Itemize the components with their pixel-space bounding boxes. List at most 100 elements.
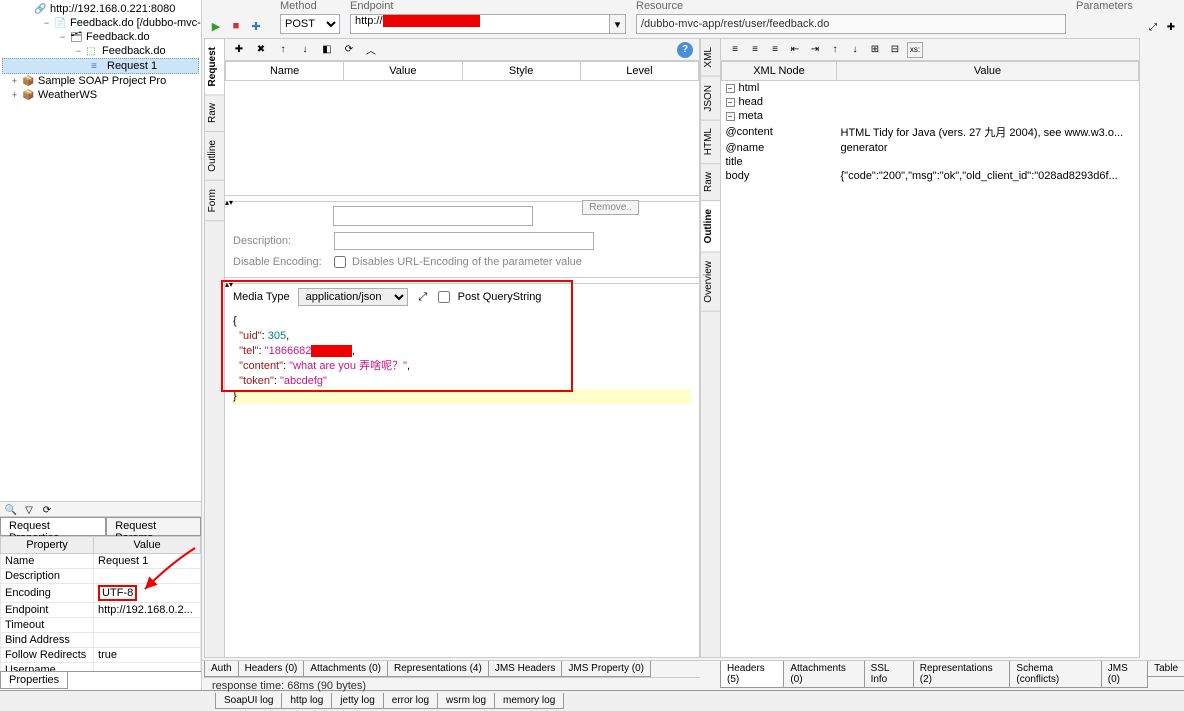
disable-encoding-checkbox[interactable] bbox=[334, 256, 346, 268]
ftab-resp-attach[interactable]: Attachments (0) bbox=[783, 661, 864, 688]
vtab-json[interactable]: JSON bbox=[701, 77, 720, 121]
vtab-outline[interactable]: Outline bbox=[205, 132, 224, 181]
ftab-jmsh[interactable]: JMS Headers bbox=[488, 661, 563, 677]
prop-endpoint-val[interactable]: http://192.168.0.2... bbox=[94, 603, 201, 618]
tab-request-params[interactable]: Request Params bbox=[106, 517, 201, 535]
expand-icon[interactable]: ⤢ bbox=[416, 290, 430, 304]
endpoint-input[interactable]: http://192.168.0.221:8080 bbox=[350, 14, 610, 34]
help-icon[interactable]: ? bbox=[677, 42, 693, 58]
tab-properties[interactable]: Properties bbox=[0, 672, 68, 689]
prop-follow-val[interactable]: true bbox=[94, 648, 201, 663]
filter-icon[interactable]: ▽ bbox=[22, 503, 36, 517]
ftab-auth[interactable]: Auth bbox=[204, 661, 239, 677]
search-icon[interactable]: 🔍 bbox=[4, 503, 18, 517]
sync-icon[interactable]: ⟳ bbox=[40, 503, 54, 517]
prop-name-val[interactable]: Request 1 bbox=[94, 554, 201, 569]
ftab-repr[interactable]: Representations (4) bbox=[387, 661, 489, 677]
properties-table[interactable]: PropertyValue NameRequest 1 Description … bbox=[0, 536, 201, 671]
ftab-resp-repr[interactable]: Representations (2) bbox=[913, 661, 1011, 688]
col-style[interactable]: Style bbox=[462, 62, 580, 81]
add-assertion-button[interactable]: ✚ bbox=[248, 18, 264, 34]
outdent-icon[interactable]: ⇤ bbox=[787, 42, 803, 58]
media-type-select[interactable]: application/json bbox=[298, 288, 408, 306]
param-toggle-icon[interactable]: ⤢ bbox=[1146, 20, 1160, 34]
chevron-up-icon[interactable]: ︿ bbox=[363, 42, 379, 58]
response-toolbar: ≡ ≡ ≡ ⇤ ⇥ ↑ ↓ ⊞ ⊟ xs: bbox=[721, 39, 1139, 61]
indent-icon[interactable]: ⇥ bbox=[807, 42, 823, 58]
run-button[interactable]: ▶ bbox=[208, 18, 224, 34]
clear-icon[interactable]: ◧ bbox=[319, 42, 335, 58]
media-type-label: Media Type bbox=[233, 291, 290, 303]
tree-node-weather[interactable]: +📦WeatherWS bbox=[2, 88, 199, 102]
sort-asc-icon[interactable]: ↑ bbox=[827, 42, 843, 58]
log-wsrm[interactable]: wsrm log bbox=[437, 693, 495, 709]
resource-input[interactable] bbox=[636, 14, 1066, 34]
tree-node-resource[interactable]: −🗂Feedback.do bbox=[2, 30, 199, 44]
vtab-xml[interactable]: XML bbox=[701, 39, 720, 77]
param-add-icon[interactable]: ✚ bbox=[1164, 20, 1178, 34]
ftab-jmsp[interactable]: JMS Property (0) bbox=[561, 661, 651, 677]
align-center-icon[interactable]: ≡ bbox=[747, 42, 763, 58]
request-params-table[interactable]: Name Value Style Level bbox=[225, 61, 699, 196]
ftab-schema[interactable]: Schema (conflicts) bbox=[1009, 661, 1101, 688]
col-value[interactable]: Value bbox=[344, 62, 462, 81]
tab-request-properties[interactable]: Request Properties bbox=[0, 517, 106, 535]
update-icon[interactable]: ⟳ bbox=[341, 42, 357, 58]
log-soapui[interactable]: SoapUI log bbox=[215, 693, 282, 709]
move-down-icon[interactable]: ↓ bbox=[297, 42, 313, 58]
tree-node-project[interactable]: −📄Feedback.do [/dubbo-mvc-a bbox=[2, 16, 199, 30]
prop-encoding-val[interactable]: UTF-8 bbox=[94, 584, 201, 603]
response-footer-tabs: Headers (5) Attachments (0) SSL Info Rep… bbox=[720, 661, 1184, 688]
request-body-editor[interactable]: { "uid": 305, "tel": "1866682XXXXX", "co… bbox=[225, 310, 699, 657]
ftab-ssl[interactable]: SSL Info bbox=[864, 661, 914, 688]
col-name[interactable]: Name bbox=[226, 62, 344, 81]
remove-param-button[interactable]: Remove.. bbox=[582, 200, 639, 215]
log-http[interactable]: http log bbox=[281, 693, 332, 709]
parameters-label: Parameters bbox=[1076, 0, 1133, 12]
tree-node-method[interactable]: −⬚Feedback.do bbox=[2, 44, 199, 58]
ftab-attach[interactable]: Attachments (0) bbox=[303, 661, 388, 677]
log-error[interactable]: error log bbox=[383, 693, 438, 709]
vtab-html[interactable]: HTML bbox=[701, 120, 720, 164]
log-memory[interactable]: memory log bbox=[494, 693, 564, 709]
prop-timeout-val[interactable] bbox=[94, 618, 201, 633]
vtab-form[interactable]: Form bbox=[205, 181, 224, 221]
collapse-all-icon[interactable]: ⊟ bbox=[887, 42, 903, 58]
move-up-icon[interactable]: ↑ bbox=[275, 42, 291, 58]
description-input[interactable] bbox=[334, 232, 594, 250]
expand-all-icon[interactable]: ⊞ bbox=[867, 42, 883, 58]
vtab-overview[interactable]: Overview bbox=[701, 253, 720, 312]
vtab-resp-raw[interactable]: Raw bbox=[701, 164, 720, 201]
tree-node-soap[interactable]: +📦Sample SOAP Project Pro bbox=[2, 74, 199, 88]
post-querystring-checkbox[interactable] bbox=[438, 291, 450, 303]
col-level[interactable]: Level bbox=[580, 62, 698, 81]
tree-node-endpoint[interactable]: 🔗http://192.168.0.221:8080 bbox=[2, 2, 199, 16]
response-outline-tree[interactable]: XML NodeValue −html −head −meta @content… bbox=[721, 61, 1139, 657]
endpoint-dropdown-icon[interactable]: ▾ bbox=[610, 14, 626, 34]
param-selector[interactable] bbox=[333, 206, 533, 226]
tree-node-request[interactable]: ≡Request 1 bbox=[2, 58, 199, 74]
folder-icon: 🗂 bbox=[70, 32, 84, 43]
prop-user-val[interactable] bbox=[94, 663, 201, 672]
log-jetty[interactable]: jetty log bbox=[331, 693, 383, 709]
method-select[interactable]: POST bbox=[280, 14, 340, 34]
col-xml-value: Value bbox=[837, 62, 1139, 81]
align-right-icon[interactable]: ≡ bbox=[767, 42, 783, 58]
align-left-icon[interactable]: ≡ bbox=[727, 42, 743, 58]
ftab-headers[interactable]: Headers (0) bbox=[238, 661, 305, 677]
stop-button[interactable]: ■ bbox=[228, 18, 244, 34]
remove-param-icon[interactable]: ✖ bbox=[253, 42, 269, 58]
vtab-request[interactable]: Request bbox=[205, 39, 224, 95]
sort-desc-icon[interactable]: ↓ bbox=[847, 42, 863, 58]
project-tree[interactable]: 🔗http://192.168.0.221:8080 −📄Feedback.do… bbox=[0, 0, 201, 501]
xs-tag-icon[interactable]: xs: bbox=[907, 42, 923, 58]
ftab-resp-headers[interactable]: Headers (5) bbox=[720, 661, 784, 688]
prop-bind-val[interactable] bbox=[94, 633, 201, 648]
ftab-table[interactable]: Table bbox=[1147, 661, 1184, 677]
add-param-icon[interactable]: ✚ bbox=[231, 42, 247, 58]
description-label: Description: bbox=[233, 235, 328, 247]
vtab-raw[interactable]: Raw bbox=[205, 95, 224, 132]
prop-description-val[interactable] bbox=[94, 569, 201, 584]
ftab-jms[interactable]: JMS (0) bbox=[1101, 661, 1148, 688]
vtab-resp-outline[interactable]: Outline bbox=[701, 201, 720, 252]
